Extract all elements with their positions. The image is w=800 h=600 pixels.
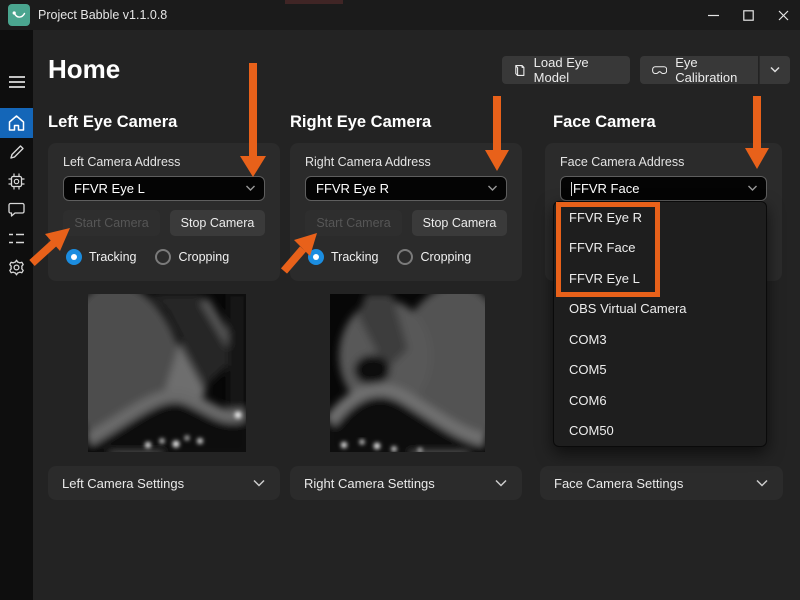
model-box-icon [514, 63, 526, 78]
right-eye-camera-preview [330, 294, 485, 452]
sidebar-item-edit[interactable] [0, 137, 33, 167]
face-camera-address-dropdown[interactable]: FFVR Face [560, 176, 767, 201]
left-stop-camera-button[interactable]: Stop Camera [170, 210, 265, 236]
left-camera-settings-label: Left Camera Settings [62, 476, 184, 491]
chevron-down-icon [487, 185, 498, 192]
home-icon [8, 115, 25, 131]
close-button[interactable] [766, 0, 800, 30]
chevron-down-icon [252, 479, 266, 488]
face-camera-address-label: Face Camera Address [560, 155, 767, 169]
window-title: Project Babble v1.1.0.8 [38, 0, 167, 30]
sidebar-item-log[interactable] [0, 223, 33, 253]
title-bar: Project Babble v1.1.0.8 [0, 0, 800, 30]
pencil-icon [9, 144, 25, 160]
load-eye-model-button[interactable]: Load Eye Model [502, 56, 630, 84]
minimize-button[interactable] [696, 0, 730, 30]
eye-calibration-dropdown-button[interactable] [759, 56, 790, 84]
eye-calibration-label: Eye Calibration [675, 55, 746, 85]
vr-goggles-icon [652, 65, 667, 76]
right-cropping-label: Cropping [420, 250, 471, 264]
face-camera-settings-label: Face Camera Settings [554, 476, 683, 491]
sidebar-item-home[interactable] [0, 108, 33, 138]
right-stop-camera-button[interactable]: Stop Camera [412, 210, 507, 236]
gear-icon [8, 259, 25, 276]
chevron-down-icon [747, 185, 758, 192]
chevron-down-icon [755, 479, 769, 488]
right-start-camera-button[interactable]: Start Camera [305, 210, 402, 236]
right-camera-address-value: FFVR Eye R [316, 181, 389, 196]
eye-calibration-button[interactable]: Eye Calibration [640, 56, 758, 84]
dropdown-option[interactable]: OBS Virtual Camera [554, 294, 766, 325]
right-camera-settings-expander[interactable]: Right Camera Settings [290, 466, 522, 500]
dropdown-option[interactable]: FFVR Face [554, 233, 766, 264]
app-logo-icon [8, 4, 30, 26]
dropdown-option[interactable]: COM3 [554, 324, 766, 355]
sidebar-item-settings[interactable] [0, 252, 33, 282]
left-start-camera-button[interactable]: Start Camera [63, 210, 160, 236]
sidebar-nav [0, 30, 33, 600]
text-caret [571, 182, 572, 196]
dropdown-option[interactable]: FFVR Eye R [554, 202, 766, 233]
maximize-button[interactable] [731, 0, 765, 30]
sidebar-item-algorithm[interactable] [0, 166, 33, 196]
left-eye-camera-preview [88, 294, 246, 452]
left-camera-address-dropdown[interactable]: FFVR Eye L [63, 176, 265, 201]
left-tracking-label: Tracking [89, 250, 136, 264]
hamburger-menu-icon[interactable] [0, 67, 33, 97]
checklist-icon [8, 232, 25, 245]
right-camera-address-label: Right Camera Address [305, 155, 507, 169]
radio-unselected-icon [155, 249, 171, 265]
sidebar-item-feedback[interactable] [0, 194, 33, 224]
dropdown-option[interactable]: COM6 [554, 385, 766, 416]
dropdown-option[interactable]: FFVR Eye L [554, 263, 766, 294]
load-eye-model-label: Load Eye Model [534, 55, 618, 85]
dropdown-option[interactable]: COM50 [554, 416, 766, 447]
chevron-down-icon [245, 185, 256, 192]
left-camera-card: Left Camera Address FFVR Eye L Start Cam… [48, 143, 280, 281]
face-camera-address-value: FFVR Face [573, 181, 639, 196]
face-camera-heading: Face Camera [553, 113, 656, 132]
right-tracking-radio[interactable]: Tracking [308, 249, 378, 265]
dropdown-option[interactable]: COM5 [554, 355, 766, 386]
app-window: Project Babble v1.1.0.8 [0, 0, 800, 600]
right-camera-settings-label: Right Camera Settings [304, 476, 435, 491]
page-title: Home [48, 54, 120, 85]
chat-bubble-icon [8, 202, 25, 217]
right-camera-card: Right Camera Address FFVR Eye R Start Ca… [290, 143, 522, 281]
left-tracking-radio[interactable]: Tracking [66, 249, 136, 265]
right-camera-address-dropdown[interactable]: FFVR Eye R [305, 176, 507, 201]
left-cropping-radio[interactable]: Cropping [155, 249, 229, 265]
left-cropping-label: Cropping [178, 250, 229, 264]
left-camera-address-value: FFVR Eye L [74, 181, 145, 196]
left-camera-settings-expander[interactable]: Left Camera Settings [48, 466, 280, 500]
screen-artifact [285, 0, 343, 4]
right-tracking-label: Tracking [331, 250, 378, 264]
chevron-down-icon [494, 479, 508, 488]
radio-unselected-icon [397, 249, 413, 265]
right-eye-camera-heading: Right Eye Camera [290, 113, 431, 132]
radio-selected-icon [66, 249, 82, 265]
face-camera-settings-expander[interactable]: Face Camera Settings [540, 466, 783, 500]
chip-icon [8, 173, 25, 190]
left-camera-address-label: Left Camera Address [63, 155, 265, 169]
left-eye-camera-heading: Left Eye Camera [48, 113, 177, 132]
face-camera-dropdown-list: FFVR Eye R FFVR Face FFVR Eye L OBS Virt… [553, 201, 767, 447]
radio-selected-icon [308, 249, 324, 265]
chevron-down-icon [769, 66, 781, 74]
right-cropping-radio[interactable]: Cropping [397, 249, 471, 265]
